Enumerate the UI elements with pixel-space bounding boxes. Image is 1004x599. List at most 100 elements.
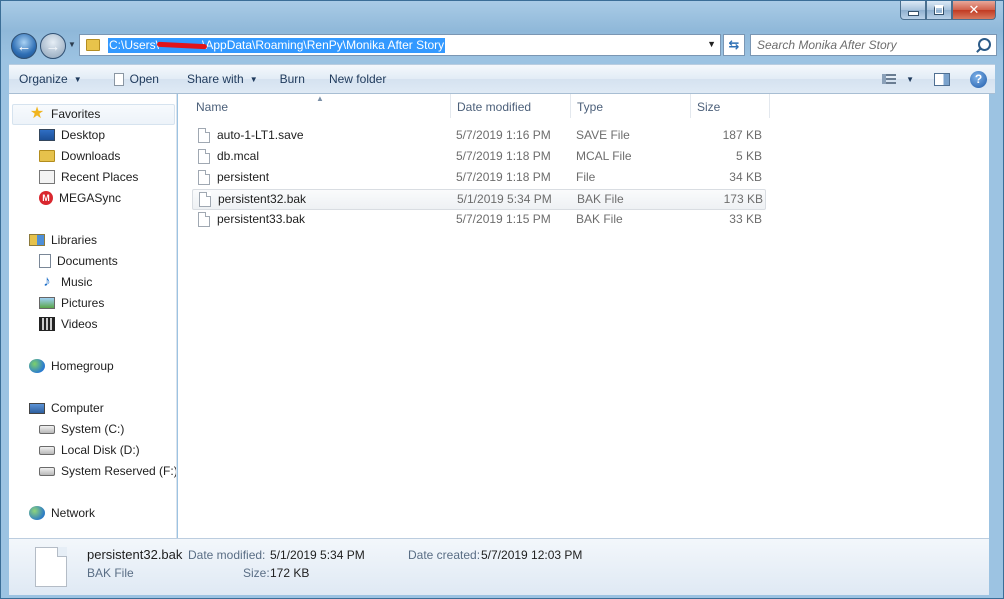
- share-with-button[interactable]: Share with ▼: [177, 65, 268, 93]
- burn-label: Burn: [279, 72, 305, 86]
- chevron-down-icon: ▼: [73, 74, 82, 84]
- file-date-modified: 5/7/2019 1:16 PM: [456, 128, 551, 142]
- file-size: 34 KB: [729, 170, 762, 184]
- file-size: 33 KB: [729, 212, 762, 226]
- nav-favorites-label: Favorites: [51, 107, 101, 121]
- file-icon: [199, 192, 211, 207]
- close-button[interactable]: ✕: [952, 1, 996, 20]
- network-icon: [29, 506, 45, 520]
- details-date-modified-label: Date modified:: [188, 548, 266, 562]
- column-type[interactable]: Type: [571, 94, 691, 118]
- film-strip-icon: [39, 317, 55, 331]
- minimize-icon: [907, 10, 919, 16]
- file-type: MCAL File: [576, 149, 632, 163]
- change-view-icon[interactable]: [882, 74, 897, 84]
- search-input[interactable]: [757, 36, 972, 54]
- nav-system-c[interactable]: System (C:): [39, 419, 124, 439]
- open-button[interactable]: Open: [104, 65, 169, 93]
- minimize-button[interactable]: [900, 1, 926, 20]
- computer-icon: [29, 402, 45, 414]
- maximize-button[interactable]: [926, 1, 952, 20]
- refresh-icon: ⇆: [728, 37, 740, 52]
- file-row[interactable]: persistent33.bak 5/7/2019 1:15 PM BAK Fi…: [192, 210, 766, 231]
- file-icon: [198, 212, 210, 227]
- new-folder-button[interactable]: New folder: [319, 65, 396, 93]
- nav-desktop[interactable]: Desktop: [39, 125, 105, 145]
- nav-videos[interactable]: Videos: [39, 314, 97, 334]
- file-list-pane: Name ▲ Date modified Type Size auto-1-LT…: [178, 94, 989, 538]
- nav-pictures[interactable]: Pictures: [39, 293, 104, 313]
- address-history-dropdown[interactable]: ▼: [707, 39, 716, 49]
- burn-button[interactable]: Burn: [270, 65, 315, 93]
- navigation-bar: ← → ▼ C:\Users\ \AppData\Roaming\RenPy\Mo…: [9, 31, 997, 59]
- address-bar[interactable]: C:\Users\ \AppData\Roaming\RenPy\Monika A…: [79, 34, 721, 56]
- file-icon: [198, 170, 210, 185]
- sort-ascending-icon: ▲: [316, 94, 324, 103]
- organize-button[interactable]: Organize ▼: [9, 65, 92, 93]
- view-options-dropdown[interactable]: ▼: [906, 75, 914, 84]
- forward-button[interactable]: →: [40, 33, 66, 59]
- refresh-button[interactable]: ⇆: [723, 34, 745, 56]
- details-pane: persistent32.bak BAK File Date modified:…: [9, 538, 989, 595]
- file-name: persistent: [217, 170, 270, 184]
- search-icon[interactable]: [978, 38, 991, 51]
- details-size: 172 KB: [270, 566, 310, 580]
- details-date-created-label: Date created:: [408, 548, 481, 562]
- file-size: 187 KB: [722, 128, 762, 142]
- nav-favorites[interactable]: ★ Favorites: [29, 104, 101, 124]
- file-row[interactable]: persistent 5/7/2019 1:18 PM File 34 KB: [192, 168, 766, 189]
- file-row-selected[interactable]: persistent32.bak 5/1/2019 5:34 PM BAK Fi…: [192, 189, 766, 210]
- nav-videos-label: Videos: [61, 317, 98, 331]
- chevron-down-icon: ▼: [249, 74, 258, 84]
- pictures-icon: [39, 297, 55, 309]
- redaction-mark: [156, 41, 208, 49]
- nav-computer-label: Computer: [51, 401, 104, 415]
- nav-homegroup[interactable]: Homegroup: [29, 356, 114, 376]
- file-name: db.mcal: [217, 149, 260, 163]
- nav-megasync[interactable]: M MEGASync: [39, 188, 121, 208]
- column-name-label: Name: [196, 100, 229, 114]
- file-type: BAK File: [576, 212, 623, 226]
- nav-pictures-label: Pictures: [61, 296, 105, 310]
- nav-documents[interactable]: Documents: [39, 251, 118, 271]
- column-date-modified[interactable]: Date modified: [451, 94, 571, 118]
- folder-icon: [86, 39, 100, 51]
- nav-recent-places[interactable]: Recent Places: [39, 167, 138, 187]
- file-row[interactable]: db.mcal 5/7/2019 1:18 PM MCAL File 5 KB: [192, 147, 766, 168]
- hard-drive-icon: [39, 466, 55, 476]
- megasync-icon: M: [39, 191, 53, 205]
- recent-pages-dropdown[interactable]: ▼: [68, 40, 76, 49]
- address-path[interactable]: C:\Users\ \AppData\Roaming\RenPy\Monika A…: [108, 37, 446, 53]
- file-name: persistent32.bak: [218, 192, 307, 206]
- column-size[interactable]: Size: [691, 94, 770, 118]
- nav-music[interactable]: ♪ Music: [39, 272, 92, 292]
- document-icon: [113, 72, 124, 86]
- nav-libraries[interactable]: Libraries: [29, 230, 97, 250]
- nav-downloads[interactable]: Downloads: [39, 146, 120, 166]
- file-type: File: [576, 170, 596, 184]
- column-size-label: Size: [697, 100, 721, 114]
- nav-local-disk-d[interactable]: Local Disk (D:): [39, 440, 140, 460]
- libraries-icon: [29, 234, 45, 246]
- back-button[interactable]: ←: [11, 33, 37, 59]
- explorer-window: ✕ ← → ▼ C:\Users\ \AppData\Roaming\RenPy\…: [0, 0, 1004, 599]
- open-label: Open: [129, 72, 159, 86]
- details-filename: persistent32.bak: [87, 547, 183, 562]
- details-date-modified: 5/1/2019 5:34 PM: [270, 548, 365, 562]
- search-box[interactable]: [750, 34, 997, 56]
- help-icon[interactable]: ?: [970, 70, 987, 88]
- column-headers: Name ▲ Date modified Type Size: [178, 94, 778, 118]
- column-type-label: Type: [577, 100, 604, 114]
- star-icon: ★: [29, 105, 45, 122]
- maximize-icon: [934, 5, 944, 15]
- hard-drive-icon: [39, 445, 55, 455]
- documents-icon: [39, 254, 51, 268]
- toolbar-right-group: ▼ ?: [882, 65, 987, 93]
- nav-documents-label: Documents: [57, 254, 118, 268]
- preview-pane-icon[interactable]: [934, 72, 950, 86]
- nav-network[interactable]: Network: [29, 503, 95, 523]
- nav-system-reserved-f[interactable]: System Reserved (F:): [39, 461, 176, 481]
- nav-computer[interactable]: Computer: [29, 398, 104, 418]
- nav-recent-places-label: Recent Places: [61, 170, 139, 184]
- file-row[interactable]: auto-1-LT1.save 5/7/2019 1:16 PM SAVE Fi…: [192, 126, 766, 147]
